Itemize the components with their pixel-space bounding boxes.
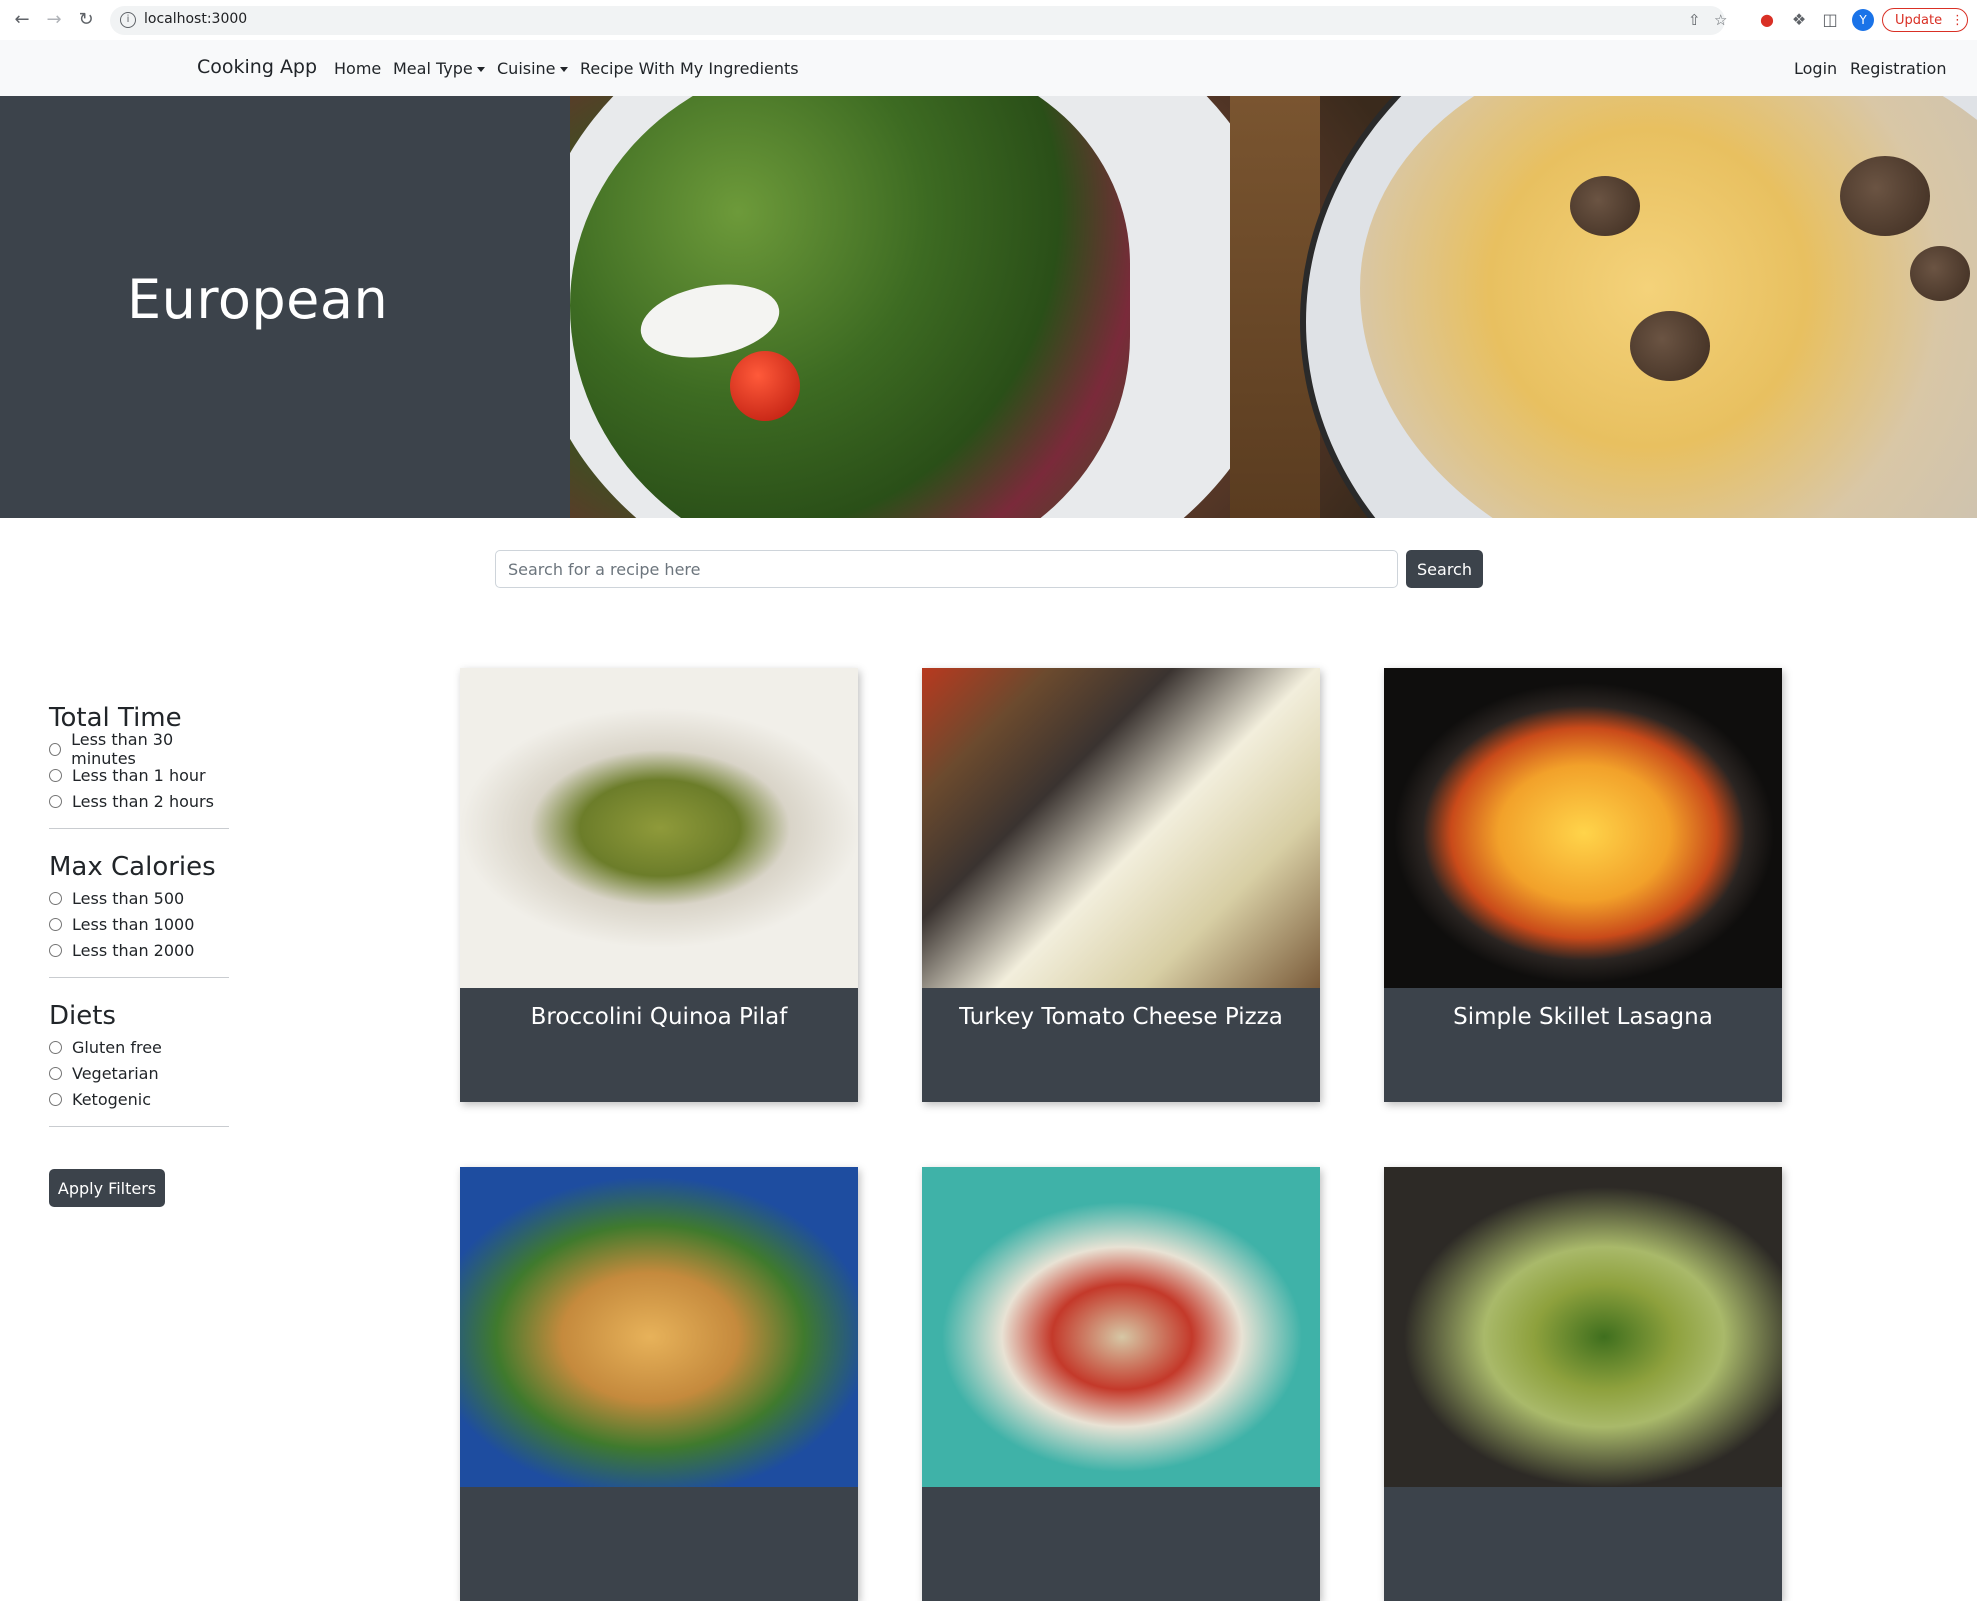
filter-option-label: Ketogenic <box>72 1089 151 1109</box>
url-text: localhost:3000 <box>144 11 248 27</box>
nav-cuisine-dropdown[interactable]: Cuisine <box>497 59 568 78</box>
menu-dots-icon: ⋮ <box>1951 13 1964 28</box>
filter-option-label: Less than 30 minutes <box>71 730 174 768</box>
recipe-image[interactable] <box>1384 668 1782 988</box>
recipe-title[interactable] <box>1384 1487 1782 1601</box>
hero-title: European <box>127 268 389 331</box>
update-label: Update <box>1895 13 1943 28</box>
side-panel-icon[interactable]: ◫ <box>1820 10 1840 30</box>
nav-registration[interactable]: Registration <box>1850 59 1946 78</box>
extensions-puzzle-icon[interactable]: ❖ <box>1789 10 1809 30</box>
recipe-card[interactable]: Broccolini Quinoa Pilaf <box>460 668 858 1102</box>
recipe-search-input[interactable] <box>495 550 1398 588</box>
filter-option[interactable]: Vegetarian <box>49 1060 229 1086</box>
reload-icon[interactable]: ↻ <box>76 10 96 30</box>
filter-option-label: Less than 1 hour <box>72 765 206 785</box>
radio-button[interactable] <box>49 917 62 931</box>
filter-option[interactable]: Ketogenic <box>49 1086 229 1112</box>
filter-option[interactable]: Less than 2000 <box>49 937 229 963</box>
hero-banner: European <box>0 96 1977 518</box>
back-icon[interactable]: ← <box>12 10 32 30</box>
filter-option[interactable]: Less than 30 minutes <box>49 730 229 768</box>
filter-option[interactable]: Less than 1 hour <box>49 762 229 788</box>
filter-option[interactable]: Less than 1000 <box>49 911 229 937</box>
bookmark-star-icon[interactable]: ☆ <box>1714 11 1727 29</box>
radio-button[interactable] <box>49 1040 62 1054</box>
hero-food-photo <box>570 96 1977 518</box>
caret-down-icon <box>559 67 568 72</box>
recipe-title[interactable]: Turkey Tomato Cheese Pizza <box>922 988 1320 1102</box>
filter-option[interactable]: Less than 2 hours <box>49 788 229 814</box>
radio-button[interactable] <box>49 742 62 756</box>
radio-button[interactable] <box>49 943 62 957</box>
divider <box>49 977 229 978</box>
recipe-card[interactable] <box>1384 1167 1782 1601</box>
search-button[interactable]: Search <box>1406 550 1483 588</box>
filter-group-max-calories: Max Calories Less than 500 Less than 100… <box>49 849 229 978</box>
update-button[interactable]: Update ⋮ <box>1882 8 1968 32</box>
filter-option-label: Gluten free <box>72 1037 162 1057</box>
extension-red-icon[interactable]: ● <box>1757 10 1777 30</box>
site-info-icon[interactable]: i <box>120 12 136 28</box>
recipe-title[interactable] <box>460 1487 858 1601</box>
filter-option[interactable]: Less than 500 <box>49 885 229 911</box>
apply-filters-button[interactable]: Apply Filters <box>49 1169 165 1207</box>
profile-avatar[interactable]: Y <box>1852 9 1874 31</box>
nav-home[interactable]: Home <box>334 59 381 78</box>
recipe-image[interactable] <box>922 668 1320 988</box>
radio-button[interactable] <box>49 891 62 905</box>
nav-recipe-with-my-ingredients[interactable]: Recipe With My Ingredients <box>580 59 799 78</box>
recipe-card[interactable] <box>460 1167 858 1601</box>
recipe-image[interactable] <box>460 1167 858 1487</box>
nav-login[interactable]: Login <box>1794 59 1837 78</box>
nav-cuisine-label: Cuisine <box>497 59 556 78</box>
filter-group-diets: Diets Gluten free Vegetarian Ketogenic <box>49 998 229 1127</box>
radio-button[interactable] <box>49 794 62 808</box>
recipe-card[interactable]: Simple Skillet Lasagna <box>1384 668 1782 1102</box>
recipe-title[interactable]: Simple Skillet Lasagna <box>1384 988 1782 1102</box>
filter-group-title: Max Calories <box>49 852 216 882</box>
recipe-image[interactable] <box>1384 1167 1782 1487</box>
filter-option-label: Less than 2000 <box>72 940 195 960</box>
browser-toolbar: ← → ↻ i localhost:3000 ⇧ ☆ ● ❖ ◫ Y Updat… <box>0 0 1977 41</box>
filter-group-total-time: Total Time Less than 30 minutes Less tha… <box>49 700 229 829</box>
recipe-title[interactable] <box>922 1487 1320 1601</box>
recipe-title[interactable]: Broccolini Quinoa Pilaf <box>460 988 858 1102</box>
radio-button[interactable] <box>49 768 62 782</box>
filter-option-label: Less than 500 <box>72 888 185 908</box>
forward-icon[interactable]: → <box>44 10 64 30</box>
divider <box>49 1126 229 1127</box>
divider <box>49 828 229 829</box>
nav-meal-type-dropdown[interactable]: Meal Type <box>393 59 485 78</box>
recipe-image[interactable] <box>460 668 858 988</box>
filter-option[interactable]: Gluten free <box>49 1034 229 1060</box>
nav-meal-type-label: Meal Type <box>393 59 473 78</box>
recipe-image[interactable] <box>922 1167 1320 1487</box>
share-icon[interactable]: ⇧ <box>1688 11 1701 29</box>
address-bar[interactable]: i localhost:3000 ⇧ ☆ <box>110 6 1727 35</box>
filter-group-title: Diets <box>49 1001 116 1031</box>
filter-option-label: Vegetarian <box>72 1063 159 1083</box>
radio-button[interactable] <box>49 1092 62 1106</box>
navbar-brand[interactable]: Cooking App <box>197 56 317 78</box>
app-navbar: Cooking App Home Meal Type Cuisine Recip… <box>0 40 1977 97</box>
filters-sidebar: Total Time Less than 30 minutes Less tha… <box>49 700 229 1147</box>
filter-option-label: Less than 2 hours <box>72 791 214 811</box>
radio-button[interactable] <box>49 1066 62 1080</box>
recipe-card[interactable] <box>922 1167 1320 1601</box>
caret-down-icon <box>476 67 485 72</box>
filter-option-label: Less than 1000 <box>72 914 195 934</box>
recipe-card[interactable]: Turkey Tomato Cheese Pizza <box>922 668 1320 1102</box>
